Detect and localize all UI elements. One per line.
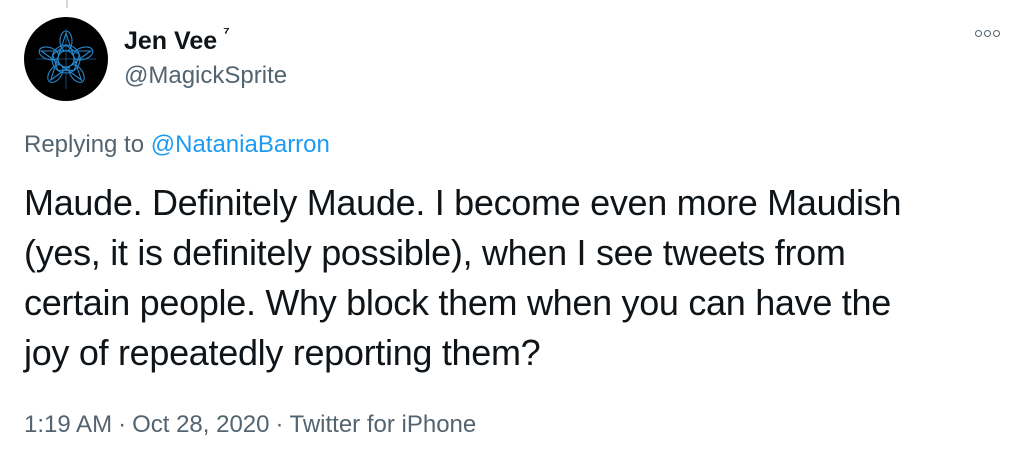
meta-separator: · (275, 411, 284, 438)
thread-connector-line (66, 0, 68, 8)
tweet-source[interactable]: Twitter for iPhone (290, 411, 477, 438)
author-display-name[interactable]: Jen Vee (124, 26, 217, 56)
geometric-star-avatar-icon (36, 29, 96, 89)
tweet-metadata: 1:19 AM · Oct 28, 2020 · Twitter for iPhone (24, 410, 476, 440)
more-dot (984, 30, 991, 37)
avatar[interactable] (24, 17, 108, 101)
author-name-row[interactable]: Jen Vee ⁷ (124, 26, 230, 56)
more-dot (993, 30, 1000, 37)
more-dot (975, 30, 982, 37)
reply-mention-link[interactable]: @NataniaBarron (151, 131, 330, 158)
tweet-text: Maude. Definitely Maude. I become even m… (24, 182, 902, 373)
more-horizontal-icon[interactable] (975, 30, 1000, 37)
author-name-badge: ⁷ (223, 25, 230, 42)
tweet-date[interactable]: Oct 28, 2020 (132, 411, 269, 438)
meta-separator: · (118, 411, 127, 438)
author-handle[interactable]: @MagickSprite (124, 62, 287, 90)
replying-to-label: Replying to (24, 131, 151, 158)
replying-to-line: Replying to @NataniaBarron (24, 130, 330, 160)
tweet-time[interactable]: 1:19 AM (24, 411, 112, 438)
